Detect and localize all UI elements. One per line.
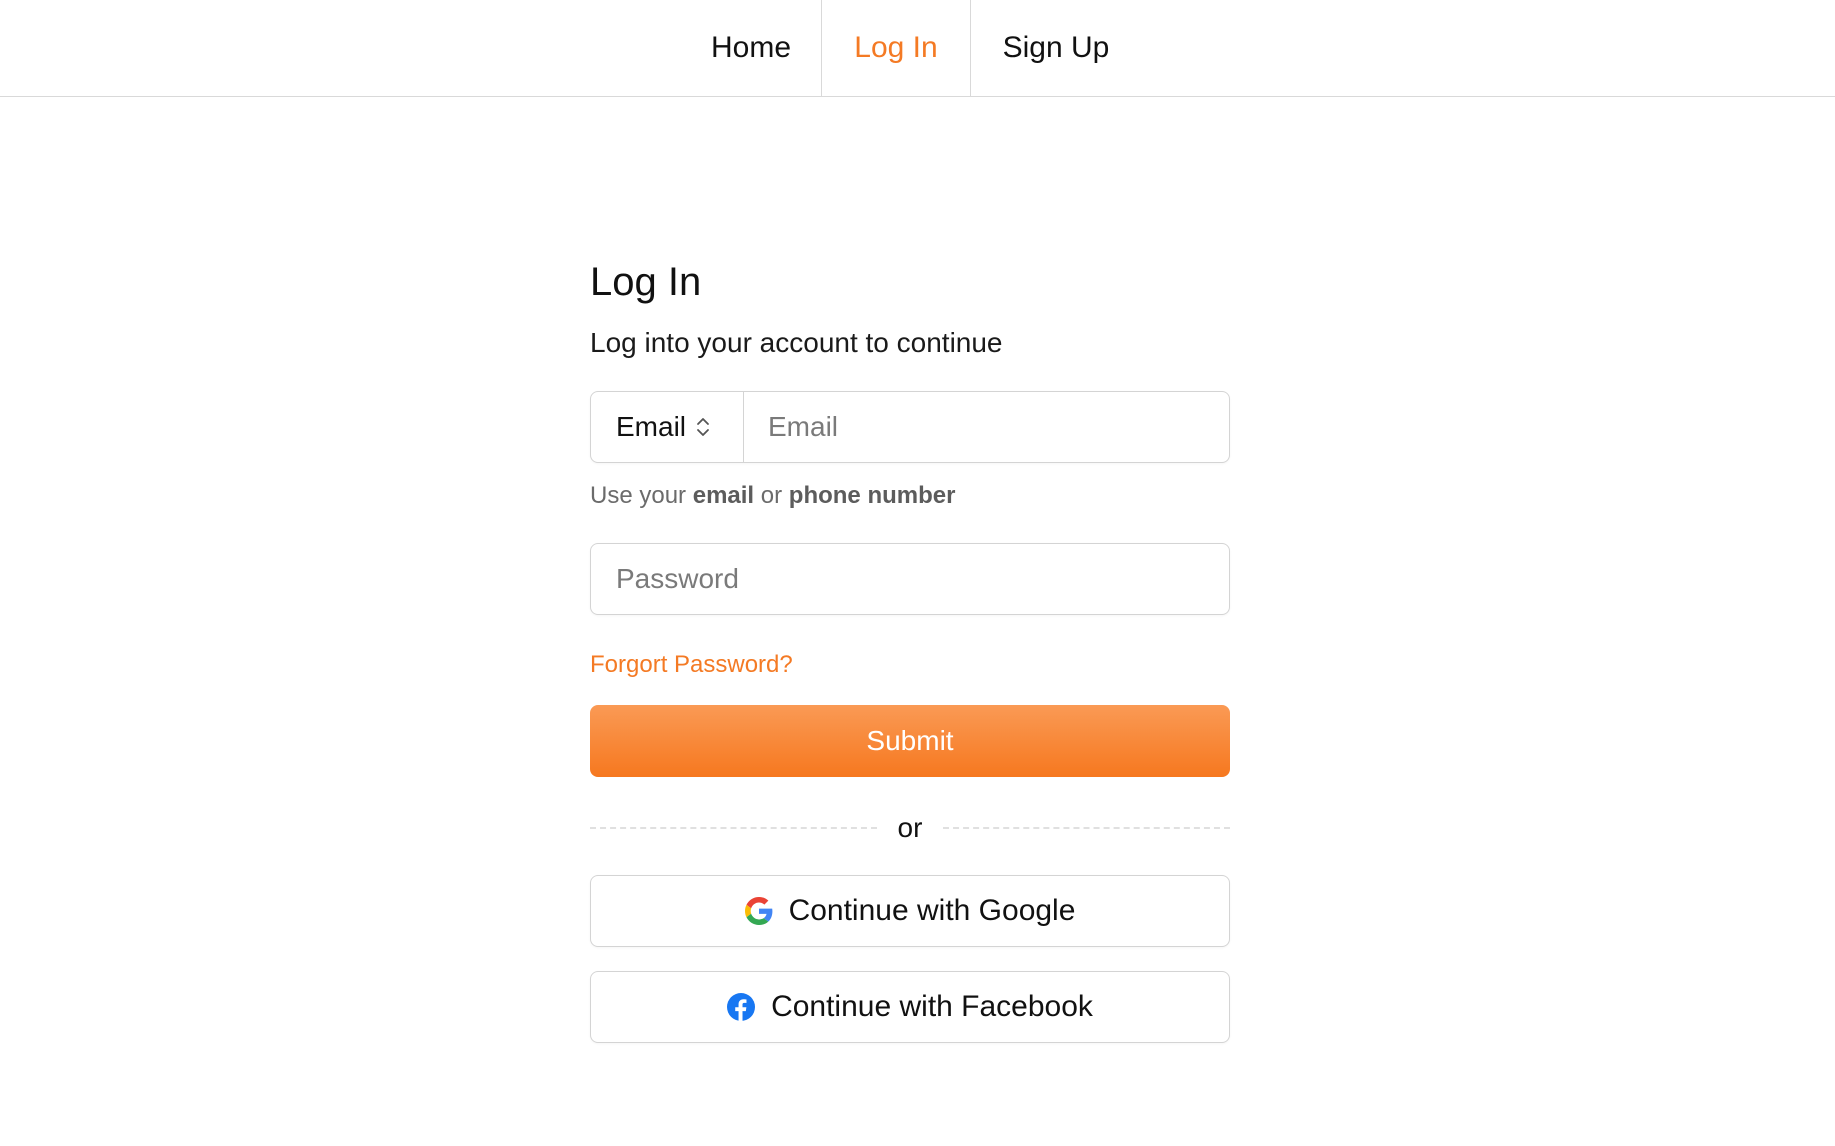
or-divider: or — [590, 811, 1230, 845]
divider-line-right — [943, 827, 1230, 829]
password-field-wrapper — [590, 543, 1230, 615]
top-navigation: Home Log In Sign Up — [0, 0, 1835, 97]
hint-middle: or — [760, 482, 783, 509]
submit-button[interactable]: Submit — [590, 705, 1230, 777]
login-form: Log In Log into your account to continue… — [590, 255, 1230, 1043]
nav-login-link[interactable]: Log In — [822, 0, 971, 96]
identifier-type-select[interactable]: Email — [591, 392, 744, 462]
identifier-type-label: Email — [616, 411, 687, 442]
hint-prefix: Use your — [590, 482, 687, 509]
page-subtitle: Log into your account to continue — [590, 327, 1003, 358]
facebook-button-label: Continue with Facebook — [771, 990, 1093, 1023]
facebook-signin-button[interactable]: Continue with Facebook — [590, 971, 1230, 1043]
identifier-field-group: Email — [590, 391, 1230, 463]
hint-option-email: email — [692, 482, 755, 509]
password-input[interactable] — [591, 544, 1229, 614]
nav-home-link[interactable]: Home — [681, 0, 822, 96]
facebook-icon — [727, 993, 756, 1021]
google-icon — [744, 897, 773, 925]
chevron-up-down-icon — [696, 416, 710, 438]
forgot-password-link[interactable]: Forgort Password? — [590, 649, 1230, 681]
divider-label: or — [897, 812, 923, 843]
google-button-label: Continue with Google — [788, 894, 1076, 927]
nav-menu: Home Log In Sign Up — [681, 0, 1141, 96]
nav-signup-link[interactable]: Sign Up — [971, 0, 1141, 96]
email-input[interactable] — [744, 392, 1229, 462]
page-title: Log In — [590, 260, 702, 304]
divider-line-left — [590, 827, 877, 829]
google-signin-button[interactable]: Continue with Google — [590, 875, 1230, 947]
hint-option-phone: phone number — [788, 482, 956, 509]
identifier-hint: Use your email or phone number — [590, 479, 1230, 513]
